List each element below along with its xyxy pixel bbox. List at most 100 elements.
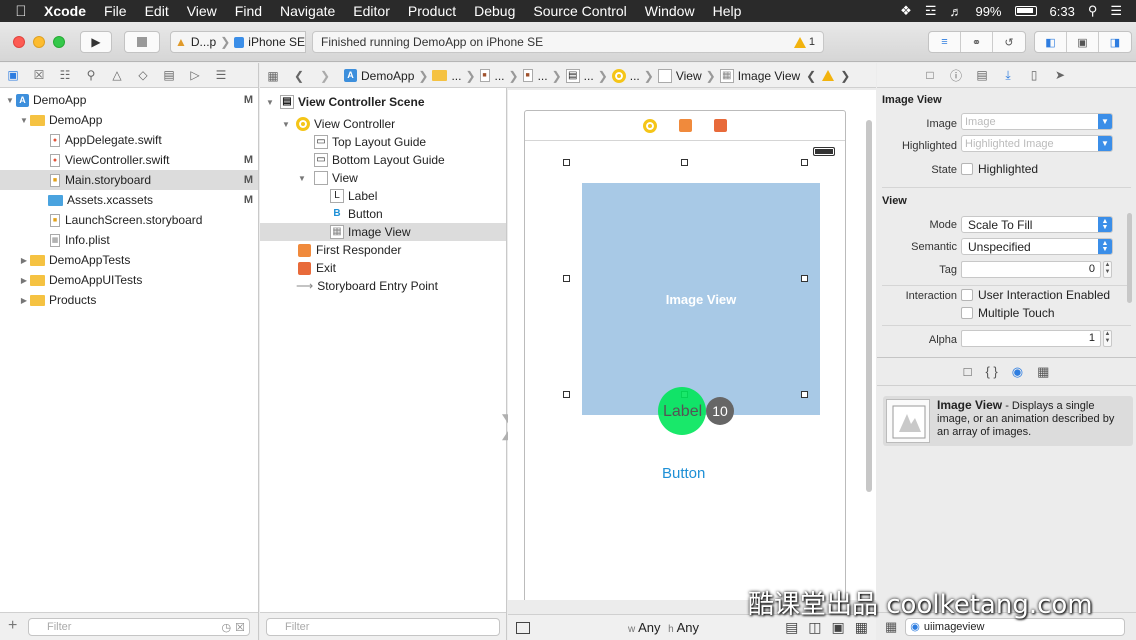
add-icon[interactable]: + bbox=[8, 617, 17, 635]
menu-app-name[interactable]: Xcode bbox=[42, 3, 95, 19]
clock[interactable]: 6:33 bbox=[1050, 4, 1075, 19]
button-element[interactable]: Button bbox=[662, 465, 705, 482]
menu-navigate[interactable]: Navigate bbox=[271, 3, 344, 19]
jump-item-view-controller[interactable]: ... bbox=[630, 69, 640, 83]
standard-editor-icon[interactable]: ≡ bbox=[929, 32, 961, 52]
nav-item-group[interactable]: ▼ DemoApp bbox=[0, 110, 258, 130]
nav-item-products[interactable]: ▶ Products bbox=[0, 290, 258, 310]
object-library-icon[interactable]: ◉ bbox=[1012, 364, 1023, 380]
outline-item-view-controller[interactable]: ▼ View Controller bbox=[260, 115, 506, 133]
highlighted-checkbox[interactable]: Highlighted bbox=[961, 162, 1038, 176]
highlighted-image-combo[interactable]: Highlighted Image ▼ bbox=[961, 135, 1113, 152]
resolve-icon[interactable]: ▦ bbox=[855, 619, 868, 636]
resize-handle[interactable] bbox=[563, 159, 570, 166]
scm-filter-icon[interactable]: ☒ bbox=[235, 621, 245, 634]
nav-item-uitests[interactable]: ▶ DemoAppUITests bbox=[0, 270, 258, 290]
jump-item-storyboard[interactable]: ... bbox=[495, 69, 505, 83]
label-element[interactable]: Label bbox=[663, 403, 702, 421]
resize-handle[interactable] bbox=[801, 159, 808, 166]
attributes-inspector-icon[interactable]: ⤓ bbox=[995, 68, 1021, 83]
nav-item-project[interactable]: ▼ A DemoApp M bbox=[0, 90, 258, 110]
exit-icon[interactable] bbox=[714, 119, 727, 132]
file-template-icon[interactable]: □ bbox=[964, 364, 972, 379]
jump-item-project[interactable]: DemoApp bbox=[361, 69, 414, 83]
outline-item-top-guide[interactable]: ▭ Top Layout Guide bbox=[260, 133, 506, 151]
outline-item-exit[interactable]: Exit bbox=[260, 259, 506, 277]
disclosure-open-icon[interactable]: ▼ bbox=[18, 116, 30, 125]
jump-item-group[interactable]: ... bbox=[451, 69, 461, 83]
nav-item-tests[interactable]: ▶ DemoAppTests bbox=[0, 250, 258, 270]
wifi-icon[interactable]: ☲ bbox=[925, 3, 937, 19]
image-view-element[interactable]: Image View bbox=[582, 183, 820, 415]
menu-file[interactable]: File bbox=[95, 3, 136, 19]
alpha-field[interactable]: 1 bbox=[961, 330, 1101, 347]
library-item-image-view[interactable]: Image View - Displays a single image, or… bbox=[883, 396, 1133, 446]
search-icon[interactable]: ⚲ bbox=[78, 68, 104, 82]
stop-button[interactable] bbox=[124, 31, 160, 53]
navigator-filter-input[interactable]: Filter ◷ ☒ bbox=[28, 618, 250, 636]
stack-view-icon[interactable]: ▤ bbox=[785, 619, 798, 636]
warning-indicator[interactable]: 1 bbox=[793, 36, 823, 48]
minimize-window-button[interactable] bbox=[33, 36, 45, 48]
jump-item-image-view[interactable]: Image View bbox=[738, 69, 800, 83]
notification-center-icon[interactable]: ☰ bbox=[1110, 3, 1122, 19]
menu-window[interactable]: Window bbox=[636, 3, 704, 19]
multiple-touch-checkbox[interactable]: Multiple Touch bbox=[961, 306, 1055, 320]
jump-item-base[interactable]: ... bbox=[538, 69, 548, 83]
semantic-select[interactable]: Unspecified ▲ ▼ bbox=[961, 238, 1113, 255]
test-icon[interactable]: ◇ bbox=[130, 68, 156, 82]
alpha-stepper[interactable]: ▲ ▼ bbox=[1103, 330, 1112, 347]
align-icon[interactable]: ◫ bbox=[808, 619, 821, 636]
outline-filter-input[interactable]: Filter bbox=[266, 618, 500, 636]
nav-item-assets[interactable]: Assets.xcassets M bbox=[0, 190, 258, 210]
disclosure-open-icon[interactable]: ▼ bbox=[266, 98, 280, 107]
chevron-updown-icon[interactable]: ▲ ▼ bbox=[1098, 239, 1112, 254]
folder-icon[interactable]: ▣ bbox=[0, 68, 26, 82]
inspector-scrollbar[interactable] bbox=[1127, 213, 1132, 303]
code-snippet-icon[interactable]: { } bbox=[985, 364, 997, 379]
tag-stepper[interactable]: ▲ ▼ bbox=[1103, 261, 1112, 278]
resize-handle[interactable] bbox=[681, 159, 688, 166]
pin-icon[interactable]: ▣ bbox=[832, 619, 845, 636]
menu-debug[interactable]: Debug bbox=[465, 3, 524, 19]
outline-item-scene[interactable]: ▼ ▤ View Controller Scene bbox=[260, 93, 506, 111]
outline-item-image-view[interactable]: ▦ Image View bbox=[260, 223, 506, 241]
menu-edit[interactable]: Edit bbox=[136, 3, 178, 19]
version-editor-icon[interactable]: ↺ bbox=[993, 32, 1025, 52]
disclosure-open-icon[interactable]: ▼ bbox=[4, 96, 16, 105]
nav-item-viewcontroller[interactable]: ● ViewController.swift M bbox=[0, 150, 258, 170]
zoom-window-button[interactable] bbox=[53, 36, 65, 48]
menu-product[interactable]: Product bbox=[399, 3, 465, 19]
outline-item-view[interactable]: ▼ View bbox=[260, 169, 506, 187]
identity-inspector-icon[interactable]: ▤ bbox=[969, 68, 995, 82]
related-items-icon[interactable]: ▦ bbox=[260, 69, 286, 83]
previous-issue-icon[interactable]: ❮ bbox=[806, 69, 816, 83]
utilities-toggle-icon[interactable]: ◨ bbox=[1099, 32, 1131, 52]
disclosure-open-icon[interactable]: ▼ bbox=[282, 120, 296, 129]
disclosure-open-icon[interactable]: ▼ bbox=[298, 174, 314, 183]
first-responder-icon[interactable] bbox=[679, 119, 692, 132]
scheme-selector[interactable]: ▲ D...p ❯ iPhone SE bbox=[170, 31, 306, 53]
debug-area-toggle-icon[interactable]: ▣ bbox=[1067, 32, 1099, 52]
storyboard-canvas[interactable]: Image View Label 10 Button bbox=[508, 90, 876, 600]
image-combo[interactable]: Image ▼ bbox=[961, 113, 1113, 130]
nav-item-launchscreen[interactable]: ■ LaunchScreen.storyboard bbox=[0, 210, 258, 230]
resize-handle[interactable] bbox=[563, 391, 570, 398]
run-button[interactable]: ▶ bbox=[80, 31, 112, 53]
outline-item-button[interactable]: B Button bbox=[260, 205, 506, 223]
nav-item-appdelegate[interactable]: ● AppDelegate.swift bbox=[0, 130, 258, 150]
debug-navigator-icon[interactable]: ▤ bbox=[156, 68, 182, 82]
disclosure-closed-icon[interactable]: ▶ bbox=[18, 296, 30, 305]
outline-item-entry-point[interactable]: ⟶ Storyboard Entry Point bbox=[260, 277, 506, 295]
disclosure-closed-icon[interactable]: ▶ bbox=[18, 276, 30, 285]
help-icon[interactable]: ⓘ bbox=[943, 67, 969, 84]
file-inspector-icon[interactable]: □ bbox=[917, 68, 943, 82]
resize-handle[interactable] bbox=[563, 275, 570, 282]
resize-handle[interactable] bbox=[801, 275, 808, 282]
menu-view[interactable]: View bbox=[178, 3, 226, 19]
menu-help[interactable]: Help bbox=[704, 3, 751, 19]
forward-icon[interactable]: ❯ bbox=[312, 69, 338, 83]
checkbox-box[interactable] bbox=[961, 289, 973, 301]
nav-item-main-storyboard[interactable]: ■ Main.storyboard M bbox=[0, 170, 258, 190]
size-class-selector[interactable]: w Any h Any bbox=[628, 620, 699, 635]
